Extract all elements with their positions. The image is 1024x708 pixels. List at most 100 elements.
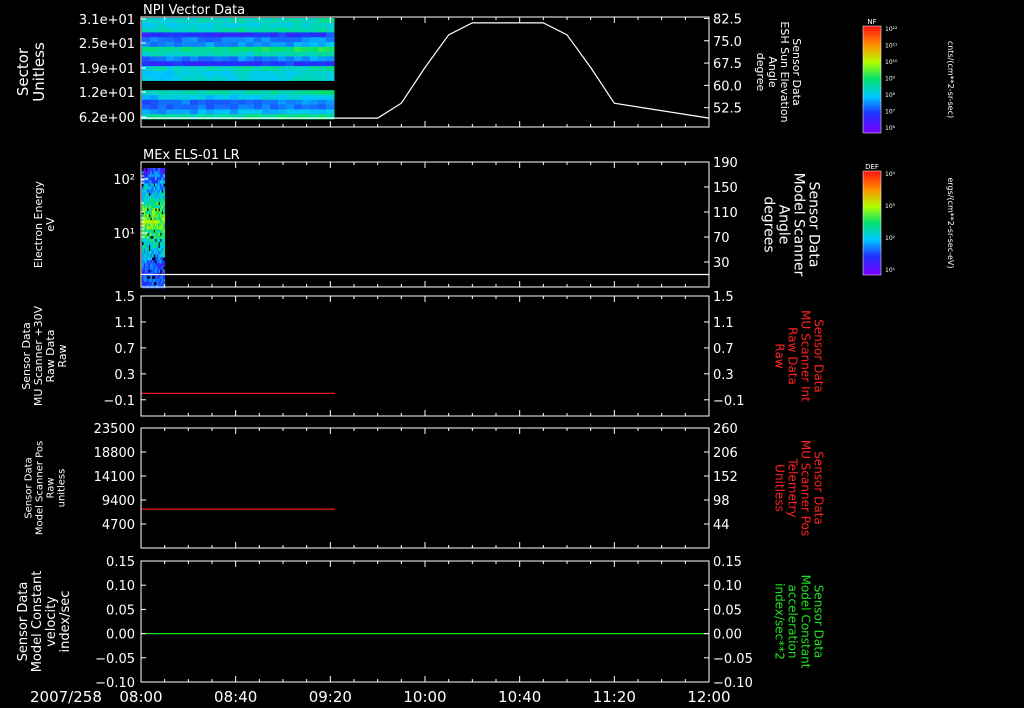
heatmap-cell [166,27,175,33]
heatmap-cell [262,61,271,67]
heatmap-cell [262,94,271,101]
heatmap-cell [222,32,231,38]
heatmap-cell [302,66,311,72]
panel-3-y2label: MU Scanner Int [799,310,813,402]
y2-tick-label: 60.0 [713,79,742,94]
heatmap-cell [286,32,295,38]
heatmap-cell [166,99,175,105]
heatmap-cell [174,22,183,29]
heatmap-cell [262,90,271,96]
heatmap-cell [222,99,231,105]
heatmap-cell [286,94,295,101]
heatmap-cell [150,61,159,67]
heatmap-cell [182,90,191,96]
heatmap-cell [246,32,255,38]
heatmap-cell [198,94,207,101]
heatmap-cell [151,183,154,187]
heatmap-cell [286,99,295,105]
time-tick-label: 08:40 [214,688,257,706]
heatmap-cell [163,201,166,206]
heatmap-cell [318,66,327,72]
heatmap-cell [246,66,255,72]
heatmap-cell [158,269,161,273]
heatmap-cell [326,46,335,53]
heatmap-cell [262,27,271,33]
heatmap-cell [182,94,191,101]
heatmap-cell [310,66,319,72]
heatmap-cell [182,46,191,53]
heatmap-cell [262,32,271,38]
heatmap-cell [198,66,207,72]
heatmap-cell [174,27,183,33]
heatmap-cell [318,22,327,29]
heatmap-cell [214,27,223,33]
heatmap-cell [150,37,159,43]
heatmap-cell [310,104,319,110]
heatmap-cell [222,104,231,110]
heatmap-cell [238,90,247,96]
colorbar-1 [862,25,882,134]
heatmap-cell [150,66,159,72]
y2-tick-label: 75.0 [713,35,742,50]
heatmap-cell [318,70,327,77]
heatmap-cell [318,46,327,53]
heatmap-cell [158,99,167,105]
heatmap-cell [198,18,207,24]
heatmap-cell [278,32,287,38]
heatmap-cell [302,90,311,96]
heatmap-cell [222,42,231,48]
panel-2-y2label: Sensor Data [806,182,822,268]
y-tick-label: 14100 [94,470,135,485]
heatmap-cell [150,18,159,24]
heatmap-cell [190,32,199,38]
heatmap-cell [174,94,183,101]
heatmap-cell [310,94,319,101]
heatmap-cell [246,61,255,67]
panel-5-y2label: index/sec**2 [773,583,787,660]
heatmap-cell [286,90,295,96]
panel-2-y2label: Angle [776,205,792,245]
heatmap-cell [166,90,175,96]
heatmap-cell [190,42,199,48]
heatmap-cell [302,37,311,43]
heatmap-cell [163,278,166,283]
colorbar-tick-label: 10¹⁰ [885,59,898,66]
heatmap-cell [190,66,199,72]
heatmap-cell [286,22,295,29]
heatmap-cell [318,75,327,81]
heatmap-cell [158,37,167,43]
heatmap-cell [198,70,207,77]
heatmap-cell [310,46,319,53]
stacked-time-series-plot: NPI Vector DataSectorUnitless Sensor Data… [14,3,955,706]
heatmap-cell [150,32,159,38]
heatmap-cell [214,90,223,96]
y2-tick-label: 30 [713,256,730,271]
heatmap-cell [161,266,164,270]
heatmap-cell [198,99,207,105]
y2-tick-label: 260 [713,422,738,437]
heatmap-cell [222,27,231,33]
heatmap-cell [206,51,215,57]
heatmap-cell [150,104,159,110]
heatmap-cell [294,70,303,77]
y2-tick-label: 152 [713,470,738,485]
heatmap-cell [318,42,327,48]
heatmap-cell [158,232,161,237]
y2-tick-label: 67.5 [713,57,742,72]
heatmap-cell [278,46,287,53]
heatmap-cell [158,70,167,77]
heatmap-cell [142,104,151,110]
y2-tick-label: 0.7 [713,342,734,357]
panel-4-ylabel: Raw [46,477,57,498]
heatmap-cell [174,90,183,96]
heatmap-cell [286,46,295,53]
heatmap-cell [182,109,191,115]
heatmap-cell [302,70,311,77]
heatmap-cell [148,217,151,221]
heatmap-cell [174,61,183,67]
heatmap-cell [270,109,279,115]
heatmap-cell [294,90,303,96]
heatmap-cell [158,42,167,48]
heatmap-cell [163,275,166,280]
heatmap-cell [158,104,167,110]
